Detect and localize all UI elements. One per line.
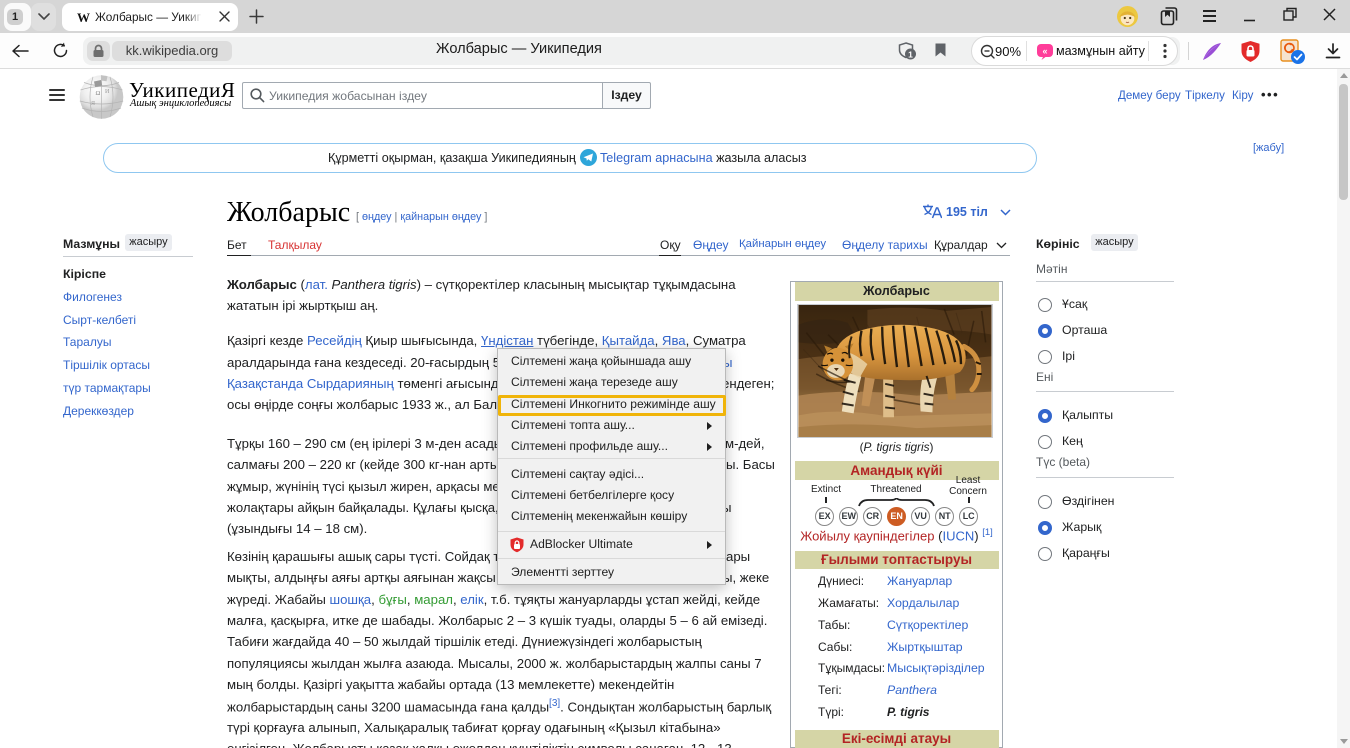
svg-text:«: « — [1042, 46, 1047, 56]
svg-text:Ω: Ω — [96, 90, 101, 97]
svg-text:1: 1 — [908, 50, 913, 60]
svg-text:Я: Я — [91, 101, 95, 107]
svg-text:И: И — [105, 89, 110, 95]
